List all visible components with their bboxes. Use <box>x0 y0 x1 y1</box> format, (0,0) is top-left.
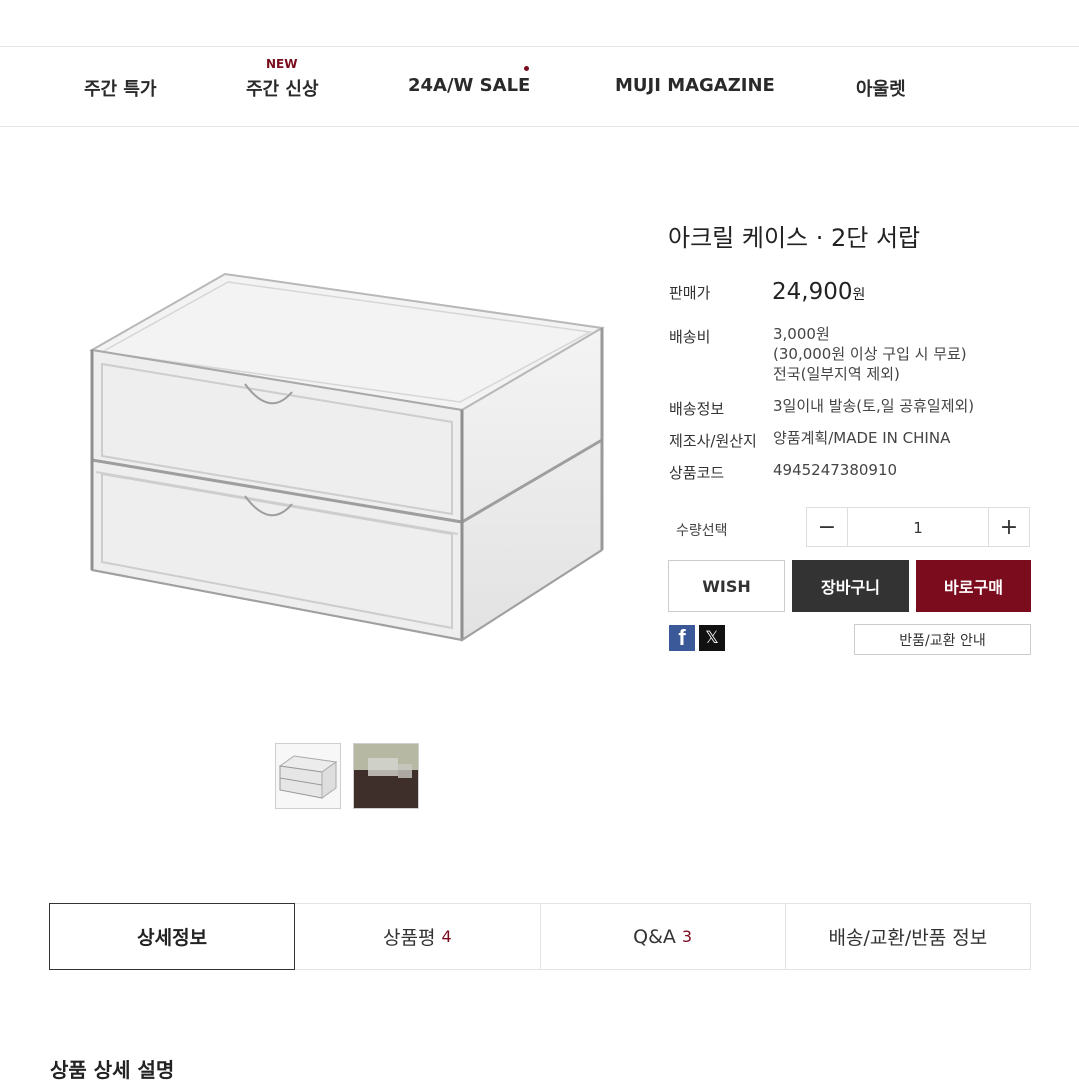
nav-item-outlet[interactable]: 아울렛 <box>856 75 906 101</box>
maker-origin: 양품계획/MADE IN CHINA <box>773 429 951 447</box>
minus-icon[interactable]: − <box>807 508 848 546</box>
tab-reviews[interactable]: 상품평 4 <box>295 903 541 970</box>
x-icon[interactable]: 𝕏 <box>699 625 725 651</box>
tab-detail[interactable]: 상세정보 <box>49 903 296 970</box>
product-price: 24,900원 <box>772 279 865 305</box>
price-unit: 원 <box>852 287 866 303</box>
shipping-fee-note: (30,000원 이상 구입 시 무료) <box>773 345 967 363</box>
product-title: 아크릴 케이스 · 2단 서랍 <box>668 224 921 252</box>
shipping-fee: 3,000원 <box>773 325 830 343</box>
tab-qna[interactable]: Q&A 3 <box>540 903 786 970</box>
quantity-label: 수량선택 <box>676 523 728 539</box>
nav-top-divider <box>0 46 1079 47</box>
nav-bottom-divider <box>0 126 1079 127</box>
wish-button[interactable]: WISH <box>668 560 785 612</box>
qna-count: 3 <box>681 927 693 946</box>
nav-item-magazine[interactable]: MUJI MAGAZINE <box>615 75 775 96</box>
thumbnail-product[interactable] <box>275 743 341 809</box>
tab-label: 상품평 <box>383 927 436 949</box>
delivery-label: 배송정보 <box>669 400 725 418</box>
product-code-label: 상품코드 <box>669 464 725 482</box>
buy-now-button[interactable]: 바로구매 <box>916 560 1031 612</box>
review-count: 4 <box>441 927 452 946</box>
sale-dot-indicator <box>524 66 529 71</box>
delivery-info: 3일이내 발송(토,일 공휴일제외) <box>773 397 975 415</box>
maker-label: 제조사/원산지 <box>669 432 757 450</box>
price-value: 24,900 <box>772 279 853 305</box>
shipping-region: 전국(일부지역 제외) <box>773 365 900 383</box>
shipping-fee-label: 배송비 <box>669 328 711 346</box>
plus-icon[interactable]: + <box>988 508 1029 546</box>
thumbnail-scene[interactable] <box>353 743 419 809</box>
facebook-icon[interactable]: f <box>669 625 695 651</box>
new-badge: NEW <box>266 57 298 71</box>
tab-label: 배송/교환/반품 정보 <box>828 927 988 949</box>
product-main-image <box>80 260 620 660</box>
quantity-input[interactable] <box>847 508 989 548</box>
quantity-stepper: − + <box>806 507 1030 548</box>
nav-item-weekly-new[interactable]: 주간 신상 <box>246 75 319 101</box>
detail-tabs: 상세정보 상품평 4 Q&A 3 배송/교환/반품 정보 <box>49 903 1031 970</box>
price-label: 판매가 <box>669 284 711 302</box>
nav-item-weekly-deal[interactable]: 주간 특가 <box>84 75 157 101</box>
product-code: 4945247380910 <box>773 461 898 479</box>
nav-item-sale[interactable]: 24A/W SALE <box>408 75 530 96</box>
return-exchange-button[interactable]: 반품/교환 안내 <box>854 624 1031 655</box>
tab-label: Q&A <box>633 925 676 948</box>
add-to-cart-button[interactable]: 장바구니 <box>792 560 909 612</box>
tab-label: 상세정보 <box>137 927 208 949</box>
tab-shipping-info[interactable]: 배송/교환/반품 정보 <box>785 903 1031 970</box>
